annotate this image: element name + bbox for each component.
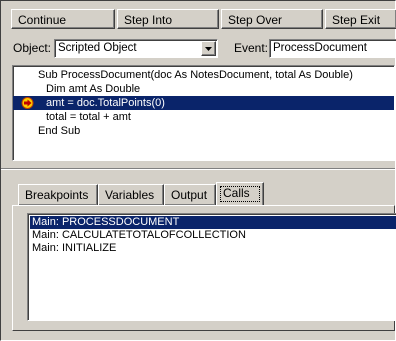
tab-breakpoints[interactable]: Breakpoints <box>18 184 98 206</box>
object-dropdown-button[interactable] <box>201 41 216 56</box>
debugger-window: Continue Step Into Step Over Step Exit O… <box>0 0 396 341</box>
continue-button[interactable]: Continue <box>11 9 115 29</box>
code-line[interactable]: End Sub <box>13 124 394 138</box>
execution-arrow-icon <box>21 97 34 109</box>
event-value: ProcessDocument <box>273 42 367 54</box>
event-label: Event: <box>234 41 269 55</box>
step-into-button[interactable]: Step Into <box>117 9 219 29</box>
calls-list[interactable]: Main: PROCESSDOCUMENT Main: CALCULATETOT… <box>27 213 396 321</box>
code-line[interactable]: Dim amt As Double <box>13 82 394 96</box>
code-line[interactable]: total = total + amt <box>13 110 394 124</box>
list-item[interactable]: Main: PROCESSDOCUMENT <box>30 216 396 229</box>
step-over-button[interactable]: Step Over <box>221 9 323 29</box>
code-pane[interactable]: Sub ProcessDocument(doc As NotesDocument… <box>12 65 395 161</box>
code-line[interactable]: Sub ProcessDocument(doc As NotesDocument… <box>13 68 394 82</box>
step-exit-button[interactable]: Step Exit <box>325 9 396 29</box>
object-label: Object: <box>13 41 52 55</box>
list-item[interactable]: Main: CALCULATETOTALOFCOLLECTION <box>30 229 396 242</box>
event-dropdown[interactable]: ProcessDocument <box>269 39 396 58</box>
tab-variables[interactable]: Variables <box>98 184 164 206</box>
object-dropdown[interactable]: Scripted Object <box>54 39 218 58</box>
list-item[interactable]: Main: INITIALIZE <box>30 242 396 255</box>
tab-calls[interactable]: Calls <box>216 182 264 206</box>
chevron-down-icon <box>205 47 212 51</box>
focus-rect <box>220 186 260 202</box>
object-value: Scripted Object <box>58 42 137 54</box>
tab-output[interactable]: Output <box>164 184 216 206</box>
pane-splitter[interactable] <box>1 168 395 170</box>
code-line-current[interactable]: amt = doc.TotalPoints(0) <box>13 96 394 110</box>
